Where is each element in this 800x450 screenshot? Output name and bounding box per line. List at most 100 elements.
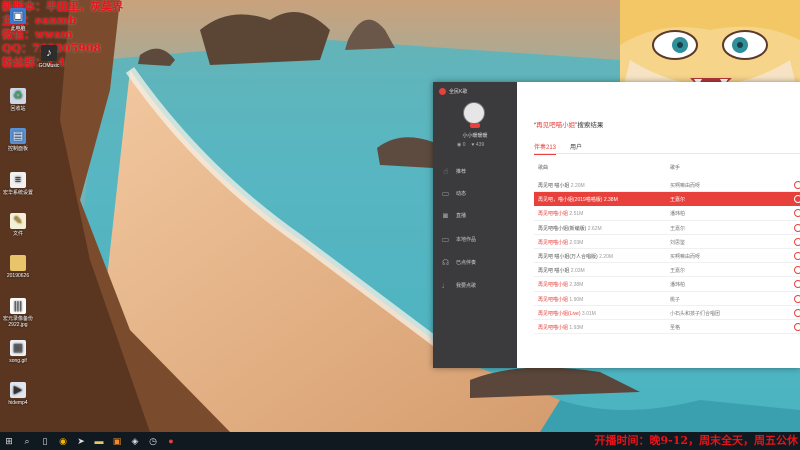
headset-icon: ☊ — [441, 257, 450, 267]
result-singer: 潘玮柏 — [670, 282, 686, 289]
app-logo-icon — [439, 88, 446, 95]
play-icon[interactable] — [794, 322, 800, 331]
nav-item-request-song[interactable]: ♩ 我要点歌 — [441, 278, 511, 292]
result-singer: 刘思鉴 — [670, 239, 686, 246]
play-icon[interactable] — [794, 181, 800, 189]
column-song: 歌曲 — [538, 165, 549, 171]
windows-start-icon[interactable]: ⊞ — [0, 432, 18, 450]
music-app-icon: ♪ — [41, 45, 57, 61]
desktop-icon-control-panel[interactable]: ▤ 控制面板 — [3, 128, 33, 152]
result-row[interactable]: 再见吧 喵小姐 2.20M 买啊嘛由而呀 — [534, 178, 800, 193]
username[interactable]: 小小暖暖暖 — [433, 132, 517, 139]
result-song-title: 再见吧，喵小姐(2019喵喵版) 2.38M — [538, 196, 618, 203]
result-singer: 小石头和孩子们合唱团 — [670, 310, 721, 317]
desktop-icon-video[interactable]: ▶ hidemp4 — [3, 382, 33, 406]
desktop-icon-file[interactable]: ✎ 文件 — [3, 213, 33, 237]
desktop-icon-gomusic[interactable]: ♪ GOMusic — [34, 45, 64, 69]
result-singer: 潘玮柏 — [670, 211, 686, 218]
desktop-icon-label: 此电脑 — [10, 26, 26, 32]
result-row[interactable]: 再见吧 喵小姐(万人合唱版) 2.20M 买啊嘛由而呀 — [534, 249, 800, 264]
desktop-icon-label: 宏华系统设置 — [3, 190, 34, 196]
result-row[interactable]: 再见吧，喵小姐(2019喵喵版) 2.38M 王嘉尔 — [534, 192, 800, 207]
thumb-icon: ☝ — [443, 166, 448, 176]
song-name: 再见吧 喵小姐 — [538, 183, 570, 189]
desktop-icon-label: song.gif — [9, 358, 27, 364]
play-icon[interactable] — [794, 280, 800, 289]
desktop-icon-folder[interactable]: 20190626 — [3, 255, 33, 279]
song-size: 2.03M — [569, 239, 584, 246]
search-keyword: 再见吧喵小姐 — [536, 122, 576, 129]
settings-file-icon: ≡ — [10, 172, 26, 188]
nav-item-recommend[interactable]: ☝ 推荐 — [441, 164, 511, 178]
nav-item-label: 我要点歌 — [456, 282, 477, 289]
desktop-icon-gif[interactable]: ▦ song.gif — [3, 340, 33, 364]
desktop-icon-label: 文件 — [12, 231, 23, 237]
sidebar: 全民K歌 小小暖暖暖 ◉ 0 ♥ 439 ☝ 推荐 ▭ 动态 ◙ 直播 ▭ 本地… — [433, 82, 517, 368]
result-singer: 王嘉尔 — [670, 197, 686, 204]
karaoke-icon[interactable]: ● — [162, 432, 180, 450]
app-title-text: 全民K歌 — [449, 89, 468, 95]
result-row[interactable]: 再见吧喵小姐 2.03M 刘思鉴 — [534, 235, 800, 249]
play-icon[interactable] — [794, 308, 800, 317]
result-row[interactable]: 再见吧喵小姐(Live) 3.01M 小石头和孩子们合唱团 — [534, 306, 800, 320]
following-count: 439 — [475, 142, 485, 148]
result-row[interactable]: 再见吧喵小姐 1.90M 桃子 — [534, 292, 800, 306]
result-song-title: 再见吧 喵小姐 2.20M — [538, 182, 585, 189]
song-name: 再见吧 喵小姐 — [538, 268, 570, 275]
nav-item-queued[interactable]: ☊ 已点伴奏 — [441, 255, 511, 269]
nav-item-label: 动态 — [456, 190, 467, 197]
chat-icon: ▭ — [441, 188, 450, 198]
song-name: 再见吧喵小姐 — [538, 282, 569, 289]
play-icon[interactable] — [794, 195, 800, 204]
desktop-icon-image[interactable]: ||| 宏元录像备份2922.jpg — [3, 298, 33, 328]
arrow-icon[interactable]: ➤ — [72, 432, 90, 450]
schedule-ticker: 开播时间：晚9-12，周末全天，周五公休 — [594, 434, 798, 447]
result-song-title: 再见吧喵小姐(新编版) 2.62M — [538, 225, 602, 232]
media-icon[interactable]: ▣ — [108, 432, 126, 450]
result-row[interactable]: 再见吧 喵小姐 2.03M 王嘉尔 — [534, 263, 800, 278]
result-song-title: 再见吧喵小姐 2.38M — [538, 281, 583, 288]
task-view-icon[interactable]: ▯ — [36, 432, 54, 450]
clock-icon[interactable]: ◷ — [144, 432, 162, 450]
play-icon[interactable] — [794, 209, 800, 218]
result-song-title: 再见吧喵小姐 1.90M — [538, 296, 583, 303]
folder-icon — [10, 255, 26, 271]
result-song-title: 再见吧喵小姐 2.03M — [538, 239, 583, 246]
result-song-title: 再见吧喵小姐 2.51M — [538, 210, 583, 217]
play-icon[interactable] — [794, 266, 800, 275]
search-icon[interactable]: ⌕ — [18, 432, 36, 450]
result-row[interactable]: 再见吧喵小姐 2.51M 潘玮柏 — [534, 206, 800, 221]
result-row[interactable]: 再见吧喵小姐(新编版) 2.62M 王嘉尔 — [534, 221, 800, 235]
play-icon[interactable] — [794, 223, 800, 232]
result-singer: 桃子 — [670, 296, 681, 303]
song-size: 2.20M — [570, 183, 585, 189]
song-name: 再见吧，喵小姐(2019喵喵版) — [538, 197, 603, 204]
desktop-icon-recycle-bin[interactable]: ♻ 回收站 — [3, 88, 33, 112]
nav-item-local-works[interactable]: ▭ 本地作品 — [441, 232, 511, 246]
desktop-icon-label: 回收站 — [10, 106, 26, 112]
result-row[interactable]: 再见吧喵小姐 1.93M 圣格 — [534, 320, 800, 335]
desktop-icon-label: 20190626 — [6, 273, 30, 279]
play-icon[interactable] — [794, 237, 800, 246]
file-explorer-icon[interactable]: ▬ — [90, 432, 108, 450]
control-panel-icon: ▤ — [10, 128, 26, 144]
result-row[interactable]: 再见吧喵小姐 2.38M 潘玮柏 — [534, 277, 800, 292]
avatar[interactable] — [463, 102, 485, 124]
song-name: 再见吧喵小姐(Live) — [538, 310, 581, 317]
play-icon[interactable] — [794, 251, 800, 260]
nav-item-feed[interactable]: ▭ 动态 — [441, 186, 511, 200]
song-size: 2.38M — [569, 282, 584, 289]
desktop-icon-settings[interactable]: ≡ 宏华系统设置 — [3, 172, 33, 196]
song-name: 再见吧喵小姐 — [538, 324, 569, 331]
nav-item-live[interactable]: ◙ 直播 — [441, 208, 511, 222]
result-singer: 买啊嘛由而呀 — [670, 183, 701, 189]
desktop-icon-computer[interactable]: ▣ 此电脑 — [3, 8, 33, 32]
song-size: 2.62M — [587, 225, 602, 232]
chrome-icon[interactable]: ◉ — [54, 432, 72, 450]
karaoke-app-window: 全民K歌 小小暖暖暖 ◉ 0 ♥ 439 ☝ 推荐 ▭ 动态 ◙ 直播 ▭ 本地… — [433, 82, 800, 368]
video-file-icon: ▶ — [10, 382, 26, 398]
play-icon[interactable] — [794, 294, 800, 303]
game-icon[interactable]: ◈ — [126, 432, 144, 450]
monitor-icon: ▭ — [441, 234, 450, 244]
image-file-icon: ||| — [10, 298, 26, 314]
